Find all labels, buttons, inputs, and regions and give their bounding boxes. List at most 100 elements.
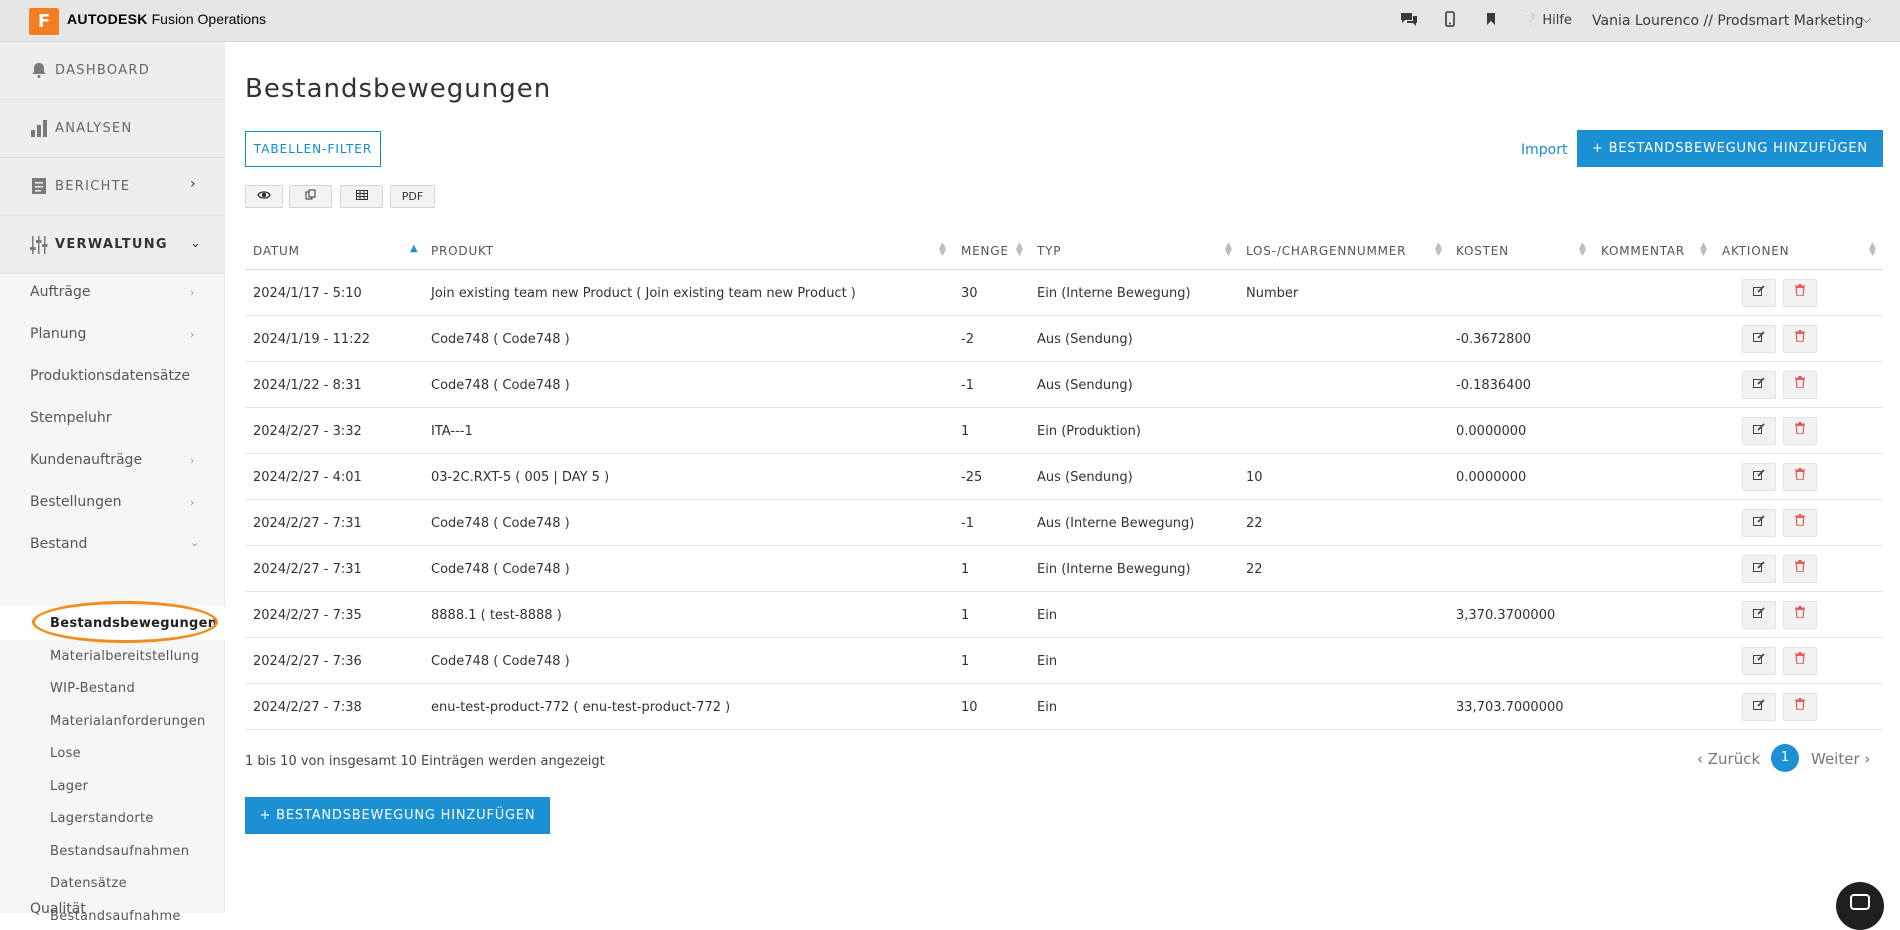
sort-icon[interactable]: ▲ ▼ [1016,242,1023,258]
fusion-logo[interactable]: F [29,8,59,35]
sidebar-item-qualitaet[interactable]: Qualität [30,901,86,917]
support-chat-button[interactable] [1836,882,1884,930]
edit-button[interactable] [1742,601,1776,629]
sidebar-item-bestellungen[interactable]: Bestellungen [30,494,122,510]
delete-button[interactable] [1783,325,1817,353]
pagination-page-1[interactable]: 1 [1771,744,1799,772]
table-row: 2024/1/19 - 11:22 Code748 ( Code748 ) -2 Au… [245,316,1883,362]
sidebar-item-verwaltung[interactable]: VERWALTUNG ⌄ [0,216,225,274]
cell-produkt: Code748 ( Code748 ) [431,378,570,393]
cell-typ: Aus (Sendung) [1037,378,1133,393]
sidebar-subitem-wip-bestand[interactable]: WIP-Bestand [50,681,135,696]
column-header-kommentar[interactable]: KOMMENTAR [1601,244,1685,258]
sidebar-subitem-materialanforderungen[interactable]: Materialanforderungen [50,714,206,729]
column-header-kosten[interactable]: KOSTEN [1456,244,1509,258]
cell-produkt: Code748 ( Code748 ) [431,654,570,669]
edit-button[interactable] [1742,509,1776,537]
delete-button[interactable] [1783,647,1817,675]
edit-icon [1753,469,1765,483]
delete-button[interactable] [1783,601,1817,629]
delete-button[interactable] [1783,693,1817,721]
cell-los-chargennummer: Number [1246,286,1299,301]
pagination-next[interactable]: Weiter › [1811,750,1870,768]
sidebar-item-produktionsdatensaetze[interactable]: Produktionsdatensätze [30,368,190,384]
column-header-menge[interactable]: MENGE [961,244,1009,258]
table-row: 2024/2/27 - 4:01 03-2C.RXT-5 ( 005 | DAY … [245,454,1883,500]
sidebar-item-kundenauftraege[interactable]: Kundenaufträge [30,452,142,468]
cell-typ: Aus (Interne Bewegung) [1037,516,1195,531]
edit-button[interactable] [1742,371,1776,399]
sidebar-subitem-materialbereitstellung[interactable]: Materialbereitstellung [50,649,199,664]
edit-button[interactable] [1742,417,1776,445]
delete-button[interactable] [1783,463,1817,491]
edit-button[interactable] [1742,463,1776,491]
user-account-menu[interactable]: Vania Lourenco // Prodsmart Marketing [1592,13,1863,29]
column-header-datum[interactable]: DATUM [253,244,300,258]
edit-button[interactable] [1742,325,1776,353]
cell-produkt: Code748 ( Code748 ) [431,332,570,347]
cell-typ: Ein [1037,608,1058,623]
copy-button[interactable] [289,185,332,208]
sidebar-item-planung[interactable]: Planung [30,326,86,342]
edit-icon [1753,285,1765,299]
delete-button[interactable] [1783,371,1817,399]
trash-icon [1795,468,1805,483]
pagination-previous[interactable]: ‹ Zurück [1697,750,1760,768]
sort-icon[interactable]: ▲ ▼ [1225,242,1232,258]
sidebar-item-bestand[interactable]: Bestand [30,536,87,552]
delete-button[interactable] [1783,555,1817,583]
chevron-down-icon: ⌄ [190,536,200,549]
sidebar-item-dashboard[interactable]: DASHBOARD [0,42,225,100]
column-visibility-button[interactable] [245,185,283,208]
sort-icon[interactable]: ▲ ▼ [1579,242,1586,258]
sort-icon[interactable]: ▲ ▼ [1435,242,1442,258]
sidebar-item-auftraege[interactable]: Aufträge [30,284,90,300]
chevron-right-icon: › [190,176,196,192]
edit-icon [1753,561,1765,575]
edit-button[interactable] [1742,693,1776,721]
edit-button[interactable] [1742,647,1776,675]
pdf-export-button[interactable]: PDF [390,185,435,208]
edit-icon [1753,607,1765,621]
sidebar-item-analysen[interactable]: ANALYSEN [0,100,225,158]
top-bar: F AUTODESK Fusion Operations ❔ Hilfe Van… [0,0,1900,42]
column-header-typ[interactable]: TYP [1037,244,1061,258]
import-link[interactable]: Import [1521,142,1567,158]
cell-typ: Ein (Produktion) [1037,424,1141,439]
sort-asc-icon[interactable]: ▲ [410,243,418,254]
delete-button[interactable] [1783,279,1817,307]
sort-icon[interactable]: ▲ ▼ [1700,242,1707,258]
help-link[interactable]: ❔ Hilfe [1522,13,1572,28]
edit-button[interactable] [1742,555,1776,583]
cell-produkt: ITA---1 [431,424,473,439]
delete-button[interactable] [1783,417,1817,445]
sort-icon[interactable]: ▲ ▼ [1869,242,1876,258]
edit-button[interactable] [1742,279,1776,307]
table-filter-button[interactable]: TABELLEN-FILTER [245,131,381,167]
add-stock-movement-button-bottom[interactable]: + BESTANDSBEWEGUNG HINZUFÜGEN [245,797,550,834]
trash-icon [1795,284,1805,299]
add-stock-movement-button[interactable]: + BESTANDSBEWEGUNG HINZUFÜGEN [1577,130,1883,167]
sidebar-subitem-datensaetze[interactable]: Datensätze [50,876,127,891]
edit-icon [1753,331,1765,345]
mobile-icon[interactable] [1439,11,1461,31]
table-row: 2024/1/17 - 5:10 Join existing team new P… [245,270,1883,316]
column-header-produkt[interactable]: PRODUKT [431,244,494,258]
sidebar-item-stempeluhr[interactable]: Stempeluhr [30,410,112,426]
chat-icon[interactable] [1398,11,1420,31]
excel-export-button[interactable] [340,185,383,208]
cell-menge: 10 [961,700,978,715]
column-header-los-chargennummer[interactable]: LOS-/CHARGENNUMMER [1246,244,1406,258]
table-row: 2024/2/27 - 7:38 enu-test-product-772 ( e… [245,684,1883,730]
chat-icon [1850,894,1870,910]
help-circle-icon: ❔ [1522,13,1539,28]
sidebar-subitem-bestandsaufnahmen[interactable]: Bestandsaufnahmen [50,844,189,859]
sidebar-subitem-lager[interactable]: Lager [50,779,88,794]
sidebar-subitem-lose[interactable]: Lose [50,746,81,761]
sidebar-subitem-lagerstandorte[interactable]: Lagerstandorte [50,811,154,826]
sort-icon[interactable]: ▲ ▼ [939,242,946,258]
bookmark-icon[interactable] [1480,11,1502,31]
chevron-down-icon[interactable]: ⌵ [1862,12,1871,27]
sidebar-item-berichte[interactable]: BERICHTE › [0,158,225,216]
delete-button[interactable] [1783,509,1817,537]
